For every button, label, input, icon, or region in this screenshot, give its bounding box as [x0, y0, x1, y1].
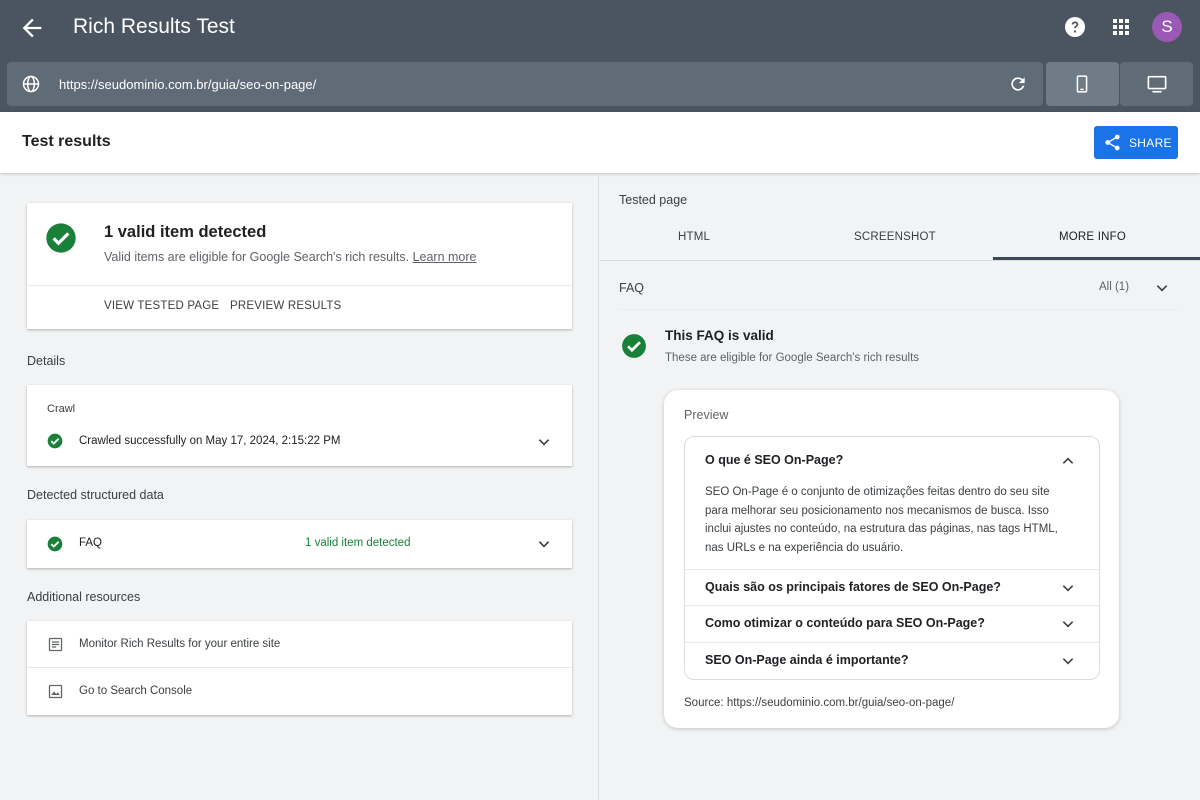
image-icon: [48, 684, 63, 699]
preview-label: Preview: [684, 408, 729, 422]
resources-card: Monitor Rich Results for your entire sit…: [27, 621, 572, 715]
chevron-down-icon: [1062, 658, 1074, 665]
app-title: Rich Results Test: [73, 15, 235, 38]
details-label: Details: [27, 354, 66, 368]
resource-label: Monitor Rich Results for your entire sit…: [79, 638, 281, 650]
faq-accordion: O que é SEO On-Page? SEO On-Page é o con…: [684, 436, 1100, 680]
faq-section-label: FAQ: [619, 281, 645, 295]
faq-item-status: 1 valid item detected: [305, 537, 411, 549]
faq-item-label: FAQ: [79, 537, 103, 549]
reload-icon[interactable]: [1008, 74, 1028, 94]
share-label: SHARE: [1129, 136, 1172, 150]
faq-valid-description: These are eligible for Google Search's r…: [665, 352, 920, 364]
apps-grid-icon[interactable]: [1109, 15, 1133, 39]
share-icon: [1105, 134, 1120, 151]
desktop-view-button[interactable]: [1120, 62, 1193, 106]
preview-source: Source: https://seudominio.com.br/guia/s…: [684, 697, 955, 709]
crawl-card[interactable]: Crawl Crawled successfully on May 17, 20…: [27, 385, 572, 466]
crawl-status: Crawled successfully on May 17, 2024, 2:…: [79, 435, 341, 447]
desktop-icon: [1147, 75, 1167, 93]
resource-label: Go to Search Console: [79, 685, 193, 697]
question-label: Como otimizar o conteúdo para SEO On-Pag…: [705, 616, 985, 630]
results-header: Test results SHARE: [0, 112, 1200, 173]
results-title: Test results: [22, 133, 111, 150]
faq-question-2[interactable]: Quais são os principais fatores de SEO O…: [685, 570, 1099, 606]
faq-question-4[interactable]: SEO On-Page ainda é importante?: [685, 643, 1099, 679]
view-tested-page-button[interactable]: VIEW TESTED PAGE: [104, 300, 219, 312]
mobile-view-button[interactable]: [1046, 62, 1119, 106]
learn-more-link[interactable]: Learn more: [413, 250, 477, 264]
check-circle-icon: [45, 222, 77, 254]
question-label: SEO On-Page ainda é importante?: [705, 653, 909, 667]
structured-data-label: Detected structured data: [27, 488, 164, 502]
chevron-down-icon[interactable]: [536, 536, 552, 552]
chevron-down-icon[interactable]: [536, 434, 552, 450]
faq-question-1[interactable]: O que é SEO On-Page?: [685, 441, 1099, 477]
chevron-down-icon: [1062, 585, 1074, 592]
smartphone-icon: [1076, 75, 1088, 93]
question-label: Quais são os principais fatores de SEO O…: [705, 580, 1001, 594]
summary-description: Valid items are eligible for Google Sear…: [104, 250, 477, 264]
back-arrow-icon[interactable]: [18, 14, 46, 42]
summary-card: 1 valid item detected Valid items are el…: [27, 203, 572, 329]
chevron-down-icon[interactable]: [1154, 280, 1170, 296]
divider: [27, 285, 572, 286]
url-bar: [7, 62, 1043, 106]
crawl-title: Crawl: [47, 403, 76, 415]
article-icon: [48, 637, 63, 652]
check-circle-icon: [621, 333, 647, 359]
top-app-bar: Rich Results Test S: [0, 0, 1200, 112]
preview-card: Preview O que é SEO On-Page? SEO On-Page…: [664, 390, 1119, 728]
chevron-down-icon: [1062, 621, 1074, 628]
preview-results-button[interactable]: PREVIEW RESULTS: [230, 300, 341, 312]
account-avatar[interactable]: S: [1152, 12, 1182, 42]
faq-question-3[interactable]: Como otimizar o conteúdo para SEO On-Pag…: [685, 606, 1099, 642]
tested-page-label: Tested page: [619, 193, 688, 207]
faq-answer: SEO On-Page é o conjunto de otimizações …: [705, 486, 1058, 554]
tab-html[interactable]: HTML: [678, 231, 710, 261]
search-console-link[interactable]: Go to Search Console: [27, 668, 572, 715]
question-label: O que é SEO On-Page?: [705, 453, 844, 467]
faq-structured-row[interactable]: FAQ 1 valid item detected: [27, 520, 572, 568]
divider: [600, 260, 1200, 261]
faq-valid-title: This FAQ is valid: [665, 328, 774, 343]
tab-screenshot[interactable]: SCREENSHOT: [854, 231, 936, 261]
monitor-rich-results-link[interactable]: Monitor Rich Results for your entire sit…: [27, 621, 572, 668]
check-circle-icon: [47, 433, 63, 449]
chevron-up-icon: [1062, 457, 1074, 464]
filter-select[interactable]: All (1): [1099, 281, 1129, 293]
column-divider: [598, 173, 599, 800]
globe-icon: [21, 74, 41, 94]
divider: [619, 309, 1179, 310]
summary-title: 1 valid item detected: [104, 223, 267, 241]
url-input[interactable]: [59, 70, 979, 98]
help-icon[interactable]: [1063, 15, 1087, 39]
additional-resources-label: Additional resources: [27, 590, 141, 604]
check-circle-icon: [47, 536, 63, 552]
share-button[interactable]: SHARE: [1094, 126, 1178, 159]
